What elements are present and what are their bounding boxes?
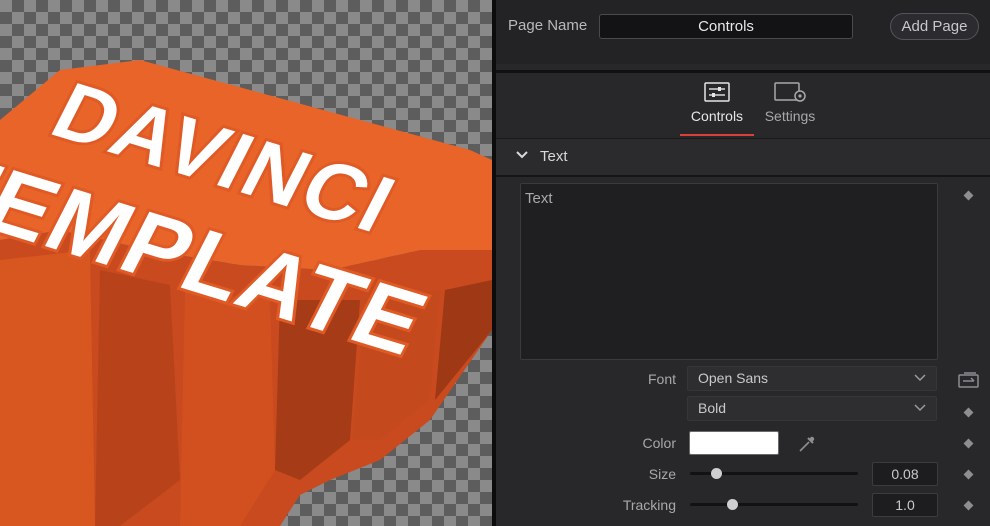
- separator: [496, 70, 990, 73]
- section-title: Text: [540, 148, 568, 165]
- size-label: Size: [648, 466, 676, 482]
- styled-text-input[interactable]: Text: [520, 183, 938, 360]
- chevron-down-icon: [914, 404, 926, 412]
- font-style-select[interactable]: Bold: [687, 396, 937, 421]
- chevron-down-icon: [516, 151, 528, 159]
- tab-controls[interactable]: Controls: [680, 82, 754, 124]
- keyframe-diamond-icon[interactable]: [963, 407, 974, 418]
- tab-controls-label: Controls: [690, 108, 744, 124]
- keyframe-diamond-icon[interactable]: [963, 190, 974, 201]
- font-manager-icon[interactable]: [958, 372, 980, 388]
- inspector-panel: Page Name Controls Add Page Controls Set…: [496, 0, 990, 526]
- tracking-slider[interactable]: [690, 503, 858, 506]
- tracking-value-input[interactable]: 1.0: [872, 493, 938, 517]
- fusion-inspector-window: DAVINCI TEMPLATE Page Name Controls Add …: [0, 0, 990, 526]
- eyedropper-icon[interactable]: [798, 435, 816, 453]
- tracking-slider-thumb[interactable]: [726, 499, 738, 510]
- viewer-canvas[interactable]: DAVINCI TEMPLATE: [0, 0, 492, 526]
- keyframe-diamond-icon[interactable]: [963, 500, 974, 511]
- font-style-value: Bold: [698, 400, 727, 416]
- add-page-button[interactable]: Add Page: [890, 13, 979, 40]
- chevron-down-icon: [914, 374, 926, 382]
- keyframe-diamond-icon[interactable]: [963, 438, 974, 449]
- page-name-bar: Page Name Controls Add Page: [496, 0, 990, 64]
- keyframe-diamond-icon[interactable]: [963, 469, 974, 480]
- color-swatch[interactable]: [689, 431, 779, 455]
- size-slider-thumb[interactable]: [711, 468, 723, 479]
- color-label: Color: [642, 435, 676, 451]
- 3d-text-render: DAVINCI TEMPLATE: [0, 60, 492, 526]
- tab-settings[interactable]: Settings: [760, 82, 820, 124]
- sliders-icon: [704, 82, 730, 102]
- text-section-header[interactable]: Text: [496, 139, 990, 175]
- tab-settings-label: Settings: [764, 108, 816, 124]
- font-label: Font: [647, 371, 676, 387]
- font-family-select[interactable]: Open Sans: [687, 366, 937, 391]
- active-tab-underline: [680, 134, 754, 136]
- size-value-input[interactable]: 0.08: [872, 462, 938, 486]
- separator: [496, 175, 990, 177]
- page-name-label: Page Name: [508, 17, 588, 34]
- tracking-label: Tracking: [622, 497, 676, 513]
- page-name-input[interactable]: Controls: [599, 14, 853, 39]
- font-family-value: Open Sans: [698, 370, 769, 386]
- settings-gear-icon: [774, 82, 806, 102]
